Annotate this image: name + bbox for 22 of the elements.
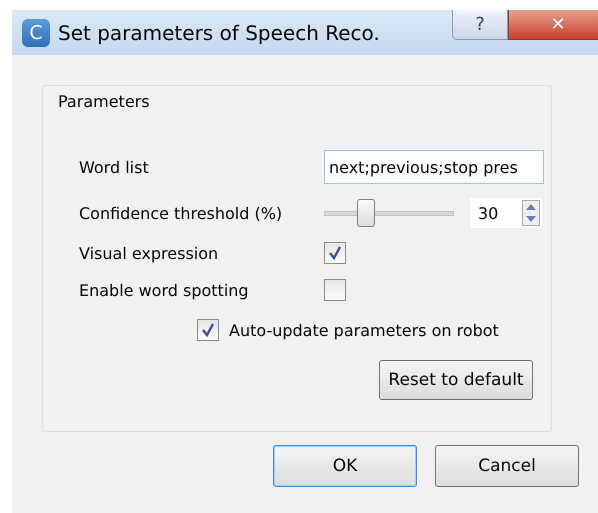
checkmark-icon [201,323,215,337]
slider-track[interactable] [324,199,454,227]
spin-box[interactable]: 30 [470,198,542,228]
reset-button[interactable]: Reset to default [379,360,533,400]
checkmark-icon [328,246,342,260]
dialog-button[interactable]: OK [273,445,417,487]
option-label: Auto-update parameters on robot [229,320,499,340]
window-title: Set parameters of Speech Reco. [58,20,380,44]
option-label: Enable word spotting [79,280,250,300]
slider-thumb[interactable] [356,199,375,227]
word-list-field[interactable]: next;previous;stop pres [324,150,544,184]
dialog-button[interactable]: Cancel [435,445,579,487]
field-label: Word list [79,158,150,176]
field-label: Confidence threshold (%) [79,204,284,222]
group-title: Parameters [58,92,150,111]
app-icon: C [22,18,50,46]
option-label: Visual expression [79,244,220,262]
checkbox[interactable] [197,319,219,341]
checkbox[interactable] [324,279,346,301]
checkbox[interactable] [324,242,346,264]
spin-arrows-icon[interactable] [522,200,540,226]
help-button[interactable]: ? [452,10,508,40]
